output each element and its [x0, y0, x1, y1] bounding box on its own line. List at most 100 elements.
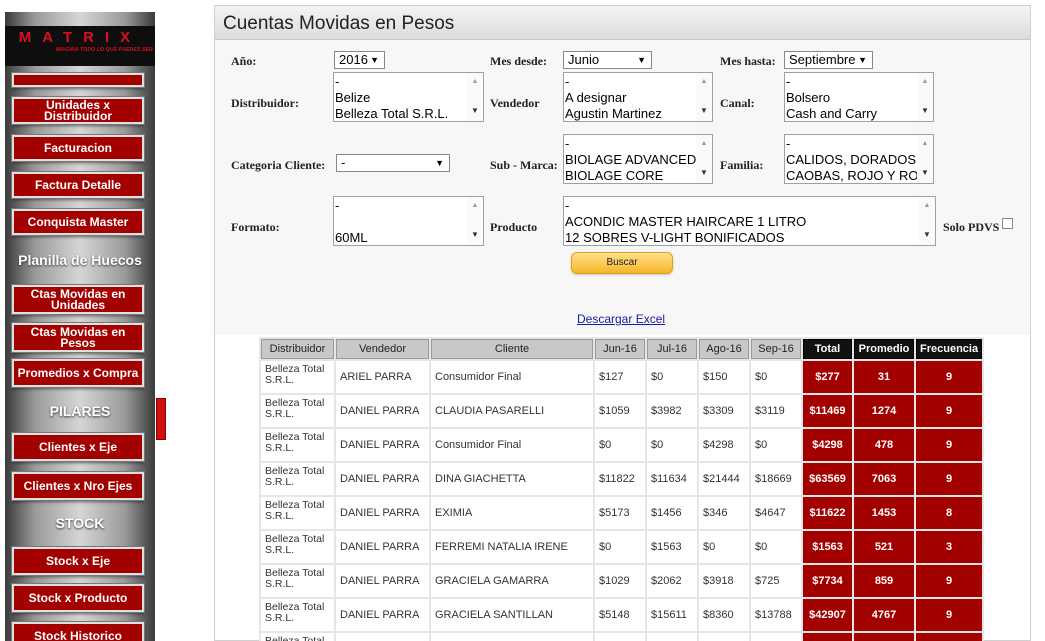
- scrollbar[interactable]: ▲ ▼: [917, 73, 933, 121]
- sidebar-item-top[interactable]: [11, 72, 145, 88]
- cell-distribuidor: Belleza Total S.R.L.: [261, 429, 334, 461]
- col-distribuidor[interactable]: Distribuidor: [261, 339, 334, 359]
- list-option[interactable]: -: [565, 198, 919, 214]
- col-vendedor[interactable]: Vendedor: [336, 339, 429, 359]
- scroll-down-icon[interactable]: ▼: [467, 103, 483, 119]
- page-title: Cuentas Movidas en Pesos: [223, 13, 455, 34]
- sidebar-item-factura-detalle[interactable]: Factura Detalle: [11, 171, 145, 199]
- sidebar-item-conquista-master[interactable]: Conquista Master: [11, 208, 145, 236]
- scrollbar[interactable]: ▲ ▼: [919, 197, 935, 245]
- scroll-up-icon[interactable]: ▲: [917, 74, 933, 90]
- cell-vendedor: DANIEL PARRA: [336, 395, 429, 427]
- distribuidor-list[interactable]: - Belize Belleza Total S.R.L. ▲ ▼: [333, 72, 484, 122]
- vendedor-list[interactable]: - A designar Agustin Martinez ▲ ▼: [563, 72, 713, 122]
- table-row: Belleza Total S.R.L. ARIEL PARRA Consumi…: [261, 361, 983, 393]
- list-option[interactable]: -: [786, 136, 917, 152]
- sidebar-item-unidades-distribuidor[interactable]: Unidades x Distribuidor: [11, 96, 145, 125]
- cell-vendedor: DANIEL PARRA: [336, 429, 429, 461]
- cell-frecuencia: [916, 633, 983, 641]
- sidebar-item-ctas-pesos[interactable]: Ctas Movidas en Pesos: [11, 322, 145, 353]
- formato-list[interactable]: - 60ML ▲ ▼: [333, 196, 484, 246]
- scroll-down-icon[interactable]: ▼: [467, 227, 483, 243]
- cell-jul-16: $2062: [647, 565, 697, 597]
- cell-jun-16: $5173: [595, 497, 645, 529]
- scroll-down-icon[interactable]: ▼: [917, 103, 933, 119]
- cell-total: $4298: [803, 429, 852, 461]
- list-option[interactable]: [335, 214, 467, 230]
- list-option[interactable]: CALIDOS, DORADOS: [786, 152, 917, 168]
- scroll-up-icon[interactable]: ▲: [696, 136, 712, 152]
- sidebar-collapse-tab[interactable]: [156, 398, 166, 440]
- scroll-up-icon[interactable]: ▲: [917, 136, 933, 152]
- scroll-up-icon[interactable]: ▲: [467, 198, 483, 214]
- cell-jun-16: $5148: [595, 599, 645, 631]
- list-option[interactable]: BIOLAGE ADVANCED: [565, 152, 696, 168]
- categoria-select[interactable]: - ▼: [336, 154, 450, 172]
- descargar-excel-link[interactable]: Descargar Excel: [577, 312, 665, 326]
- col-ago-16[interactable]: Ago-16: [699, 339, 749, 359]
- sidebar-item-promedios-compra[interactable]: Promedios x Compra: [11, 358, 145, 388]
- scroll-up-icon[interactable]: ▲: [696, 74, 712, 90]
- list-option[interactable]: Agustin Martinez: [565, 106, 696, 121]
- buscar-button[interactable]: Buscar: [571, 252, 673, 274]
- list-option[interactable]: -: [565, 136, 696, 152]
- list-option[interactable]: 12 SOBRES V-LIGHT BONIFICADOS: [565, 230, 919, 245]
- scroll-up-icon[interactable]: ▲: [467, 74, 483, 90]
- list-option[interactable]: A designar: [565, 90, 696, 106]
- list-option[interactable]: -: [335, 198, 467, 214]
- sidebar-item-stock-producto[interactable]: Stock x Producto: [11, 583, 145, 613]
- anio-select[interactable]: 2016 ▼: [334, 51, 385, 69]
- list-option[interactable]: Belleza Total S.R.L.: [335, 106, 467, 121]
- list-option[interactable]: -: [565, 74, 696, 90]
- list-option[interactable]: Belize: [335, 90, 467, 106]
- familia-list[interactable]: - CALIDOS, DORADOS CAOBAS, ROJO Y RO ▲ ▼: [784, 134, 934, 184]
- sidebar-item-stock-eje[interactable]: Stock x Eje: [11, 546, 145, 576]
- col-promedio[interactable]: Promedio: [854, 339, 914, 359]
- sidebar-item-clientes-nro-ejes[interactable]: Clientes x Nro Ejes: [11, 471, 145, 501]
- list-option[interactable]: Bolsero: [786, 90, 917, 106]
- col-frecuencia[interactable]: Frecuencia: [916, 339, 983, 359]
- list-option[interactable]: Cash and Carry: [786, 106, 917, 121]
- list-option[interactable]: BIOLAGE CORE: [565, 168, 696, 183]
- cell-sep-16: $0: [751, 361, 801, 393]
- cell-jul-16: $1563: [647, 531, 697, 563]
- scroll-down-icon[interactable]: ▼: [696, 165, 712, 181]
- mes-hasta-select[interactable]: Septiembre ▼: [784, 51, 873, 69]
- sidebar-item-ctas-unidades[interactable]: Ctas Movidas en Unidades: [11, 284, 145, 315]
- chevron-down-icon: ▼: [858, 55, 867, 65]
- producto-list[interactable]: - ACONDIC MASTER HAIRCARE 1 LITRO 12 SOB…: [563, 196, 936, 246]
- list-option[interactable]: ACONDIC MASTER HAIRCARE 1 LITRO: [565, 214, 919, 230]
- scrollbar[interactable]: ▲ ▼: [696, 73, 712, 121]
- mes-desde-select[interactable]: Junio ▼: [563, 51, 652, 69]
- cell-promedio: 1274: [854, 395, 914, 427]
- col-jun-16[interactable]: Jun-16: [595, 339, 645, 359]
- cell-vendedor: DANIEL PARRA: [336, 531, 429, 563]
- sub-marca-list[interactable]: - BIOLAGE ADVANCED BIOLAGE CORE ▲ ▼: [563, 134, 713, 184]
- col-cliente[interactable]: Cliente: [431, 339, 593, 359]
- scroll-down-icon[interactable]: ▼: [696, 103, 712, 119]
- scroll-up-icon[interactable]: ▲: [919, 198, 935, 214]
- col-total[interactable]: Total: [803, 339, 852, 359]
- scrollbar[interactable]: ▲ ▼: [696, 135, 712, 183]
- scroll-down-icon[interactable]: ▼: [917, 165, 933, 181]
- list-option[interactable]: -: [786, 74, 917, 90]
- canal-list[interactable]: - Bolsero Cash and Carry ▲ ▼: [784, 72, 934, 122]
- scrollbar[interactable]: ▲ ▼: [467, 197, 483, 245]
- sidebar-item-stock-historico[interactable]: Stock Historico: [11, 621, 145, 641]
- solo-pdvs-checkbox[interactable]: [1002, 218, 1013, 229]
- list-option[interactable]: -: [335, 74, 467, 90]
- sidebar-item-facturacion[interactable]: Facturacion: [11, 134, 145, 162]
- cell-sep-16: $18669: [751, 463, 801, 495]
- scrollbar[interactable]: ▲ ▼: [467, 73, 483, 121]
- col-jul-16[interactable]: Jul-16: [647, 339, 697, 359]
- cell-sep-16: $0: [751, 531, 801, 563]
- scrollbar[interactable]: ▲ ▼: [917, 135, 933, 183]
- col-sep-16[interactable]: Sep-16: [751, 339, 801, 359]
- list-option[interactable]: CAOBAS, ROJO Y RO: [786, 168, 917, 183]
- cell-cliente: DINA GIACHETTA: [431, 463, 593, 495]
- list-option[interactable]: 60ML: [335, 230, 467, 245]
- sidebar-item-clientes-eje[interactable]: Clientes x Eje: [11, 432, 145, 462]
- scroll-down-icon[interactable]: ▼: [919, 227, 935, 243]
- cell-vendedor: ARIEL PARRA: [336, 361, 429, 393]
- cell-promedio: 4767: [854, 599, 914, 631]
